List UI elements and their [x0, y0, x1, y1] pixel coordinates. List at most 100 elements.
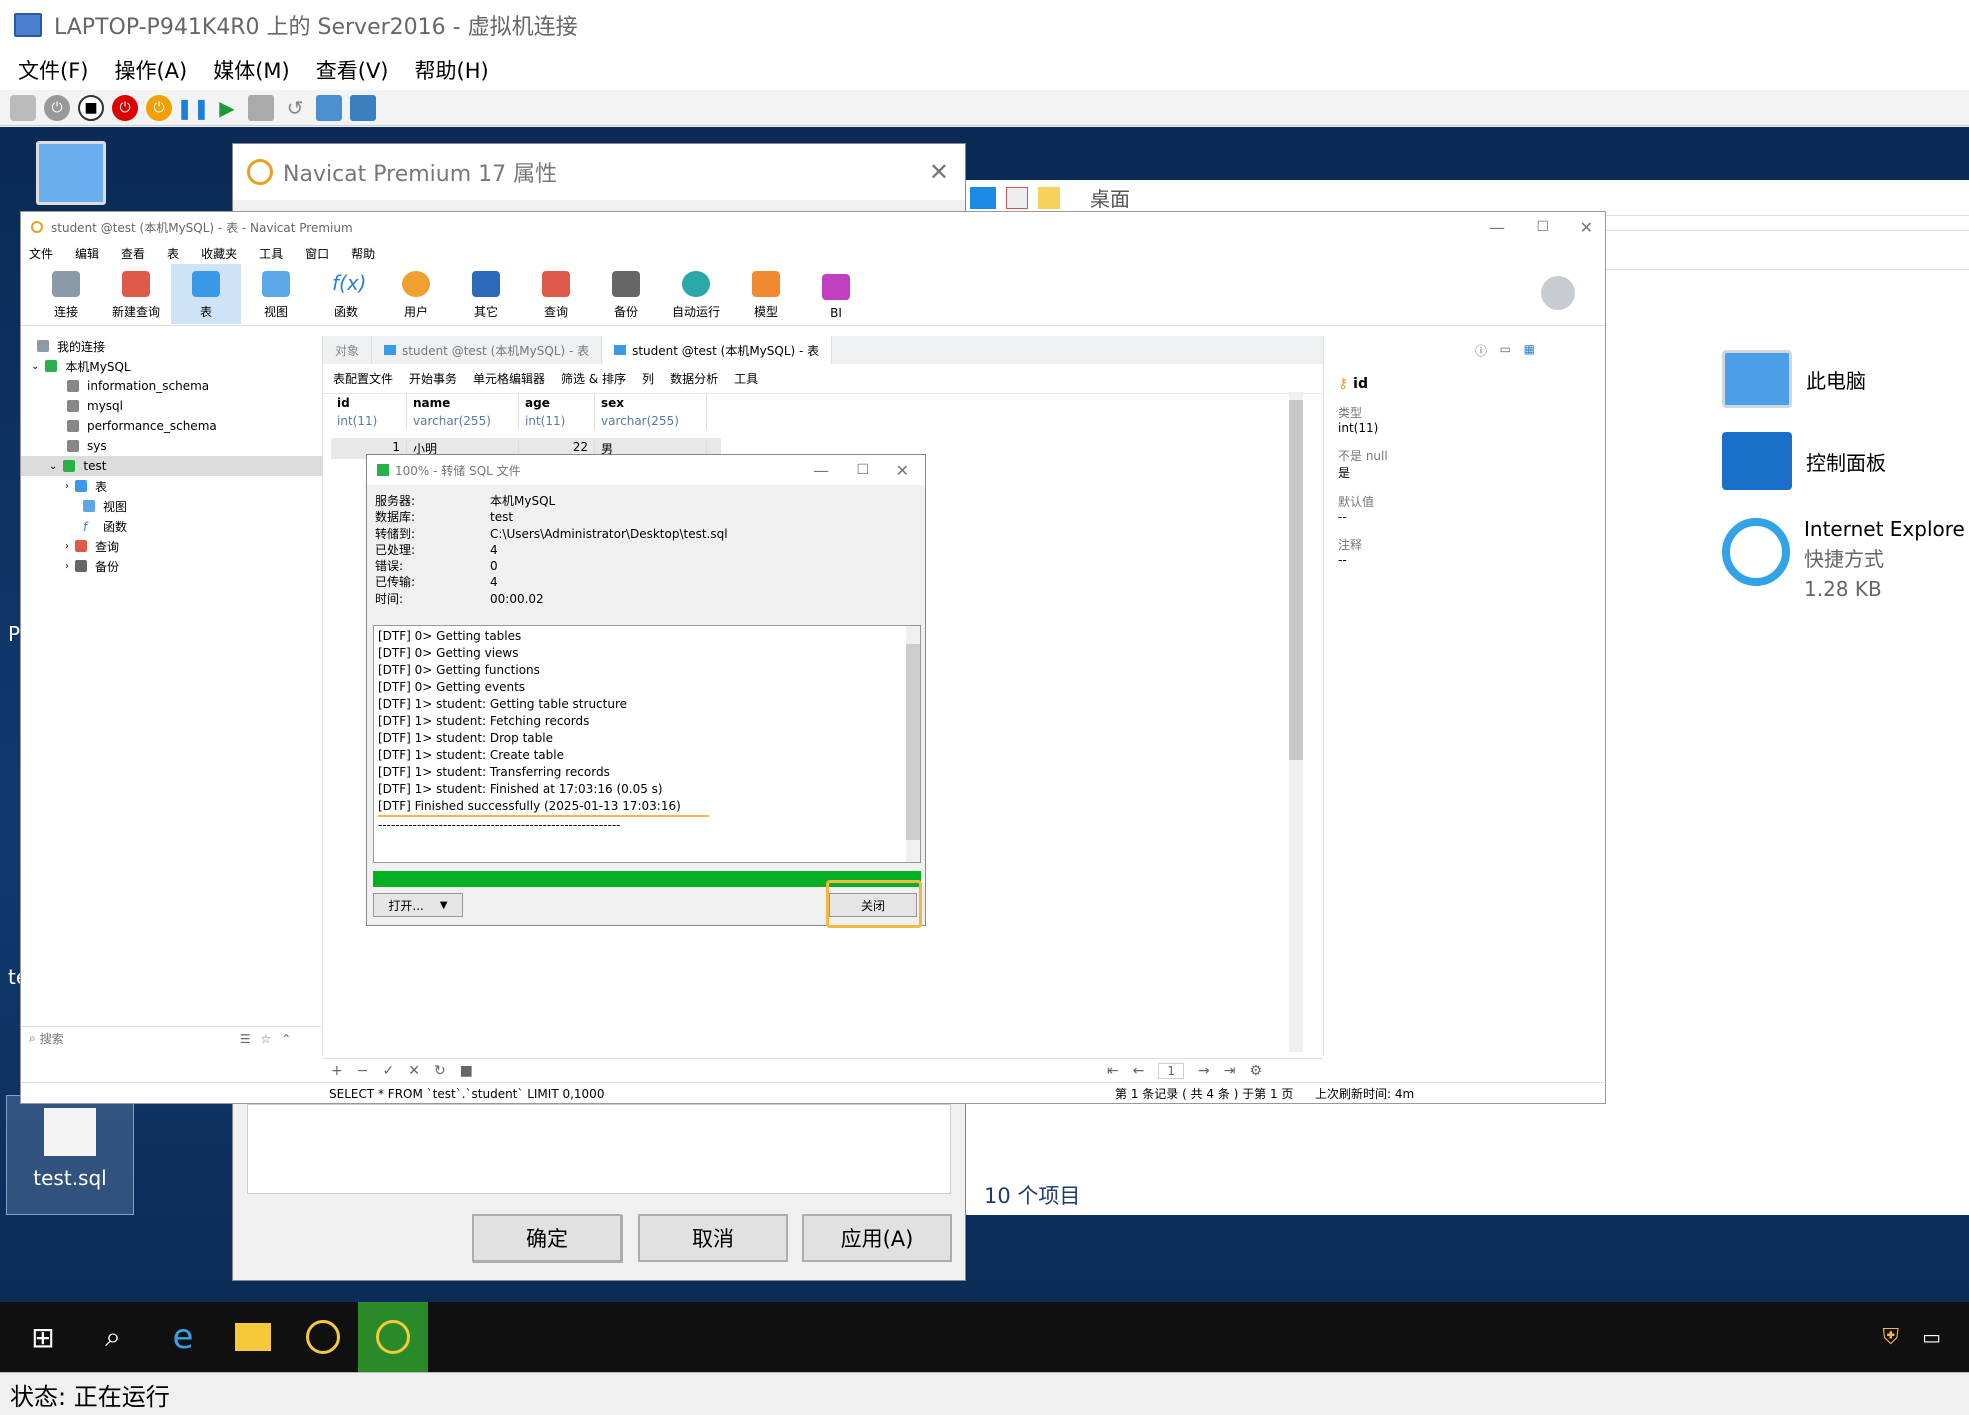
collapse-icon[interactable]: ⌃	[281, 1032, 291, 1046]
menu-edit[interactable]: 编辑	[75, 245, 99, 262]
properties-icon[interactable]	[1006, 186, 1028, 209]
columns-button[interactable]: 列	[642, 370, 654, 387]
close-icon[interactable]: ✕	[929, 158, 949, 186]
maximize-icon[interactable]: ☐	[1536, 219, 1549, 235]
taskbar-ie[interactable]: e	[148, 1302, 218, 1372]
page-input[interactable]: 1	[1158, 1062, 1185, 1079]
ddl-icon[interactable]: ▭	[1500, 342, 1511, 356]
scrollbar-thumb[interactable]	[906, 644, 920, 840]
vm-menu-help[interactable]: 帮助(H)	[415, 55, 489, 85]
computer-icon[interactable]	[36, 141, 106, 205]
data-analysis-button[interactable]: 数据分析	[670, 370, 718, 387]
tree-db-sys[interactable]: sys	[21, 436, 322, 456]
save-state-icon[interactable]: ⏻	[146, 94, 172, 121]
resume-icon[interactable]: ▶	[214, 95, 240, 121]
test-sql-file[interactable]: test.sql	[6, 1095, 134, 1215]
tree-db-mysql[interactable]: mysql	[21, 396, 322, 416]
add-record-icon[interactable]: +	[331, 1063, 343, 1079]
tree-db-test[interactable]: ⌄ test	[21, 456, 322, 476]
col-sex[interactable]: sex	[595, 394, 707, 412]
checkpoint-icon[interactable]	[248, 94, 274, 121]
tool-user[interactable]: 用户	[381, 264, 451, 324]
tree-views[interactable]: 视图	[21, 496, 322, 516]
menu-table[interactable]: 表	[167, 245, 179, 262]
dump-log[interactable]: [DTF] 0> Getting tables [DTF] 0> Getting…	[373, 625, 921, 863]
taskbar-explorer[interactable]	[218, 1302, 288, 1372]
begin-transaction-button[interactable]: 开始事务	[409, 370, 457, 387]
tool-others[interactable]: 其它	[451, 264, 521, 324]
ctrl-alt-del-icon[interactable]	[10, 94, 36, 121]
open-button[interactable]: 打开... ▼	[373, 893, 463, 917]
tab-student-1[interactable]: student @test (本机MySQL) - 表	[372, 336, 603, 364]
tool-query[interactable]: 查询	[521, 264, 591, 324]
start-button[interactable]: ⊞	[8, 1302, 78, 1372]
network-icon[interactable]: ▭	[1922, 1325, 1941, 1349]
tree-db-performance-schema[interactable]: performance_schema	[21, 416, 322, 436]
menu-file[interactable]: 文件	[29, 245, 53, 262]
minimize-icon[interactable]: —	[1489, 218, 1505, 237]
new-folder-icon[interactable]	[1038, 186, 1060, 209]
menu-tools[interactable]: 工具	[259, 245, 283, 262]
taskbar-navicat-1[interactable]	[288, 1302, 358, 1372]
tool-automation[interactable]: 自动运行	[661, 264, 731, 324]
grid-scrollbar[interactable]	[1289, 392, 1303, 1052]
tool-model[interactable]: 模型	[731, 264, 801, 324]
info-icon[interactable]: ⓘ	[1475, 342, 1487, 359]
filter-icon[interactable]: ☰	[240, 1032, 251, 1046]
apply-icon[interactable]: ✓	[382, 1063, 394, 1079]
cancel-button[interactable]: 取消	[638, 1214, 788, 1262]
tree-queries[interactable]: › 查询	[21, 536, 322, 556]
start-icon[interactable]: ⏻	[44, 94, 70, 121]
star-icon[interactable]: ☆	[261, 1032, 272, 1046]
shield-icon[interactable]: ⛨	[1882, 1325, 1899, 1350]
cell-editor-button[interactable]: 单元格编辑器	[473, 370, 545, 387]
log-scrollbar[interactable]	[906, 626, 920, 862]
shutdown-icon[interactable]: ⏻	[112, 94, 138, 121]
col-id[interactable]: id	[331, 394, 407, 412]
tree-tables[interactable]: › 表	[21, 476, 322, 496]
tool-view[interactable]: 视图	[241, 264, 311, 324]
menu-help[interactable]: 帮助	[351, 245, 375, 262]
settings-icon[interactable]: ⚙	[1249, 1063, 1262, 1079]
tree-functions[interactable]: f 函数	[21, 516, 322, 536]
grid-view-icon[interactable]: ▦	[1524, 342, 1535, 356]
apply-button[interactable]: 应用(A)	[802, 1214, 952, 1262]
dropdown-arrow-icon[interactable]: ▼	[440, 900, 448, 911]
prev-page-icon[interactable]: ←	[1133, 1063, 1145, 1079]
vm-menu-view[interactable]: 查看(V)	[316, 55, 389, 85]
tree-backups[interactable]: › 备份	[21, 556, 322, 576]
stop-icon[interactable]: ■	[460, 1063, 473, 1079]
vm-menu-action[interactable]: 操作(A)	[114, 55, 187, 85]
tool-table[interactable]: 表	[171, 264, 241, 324]
refresh-icon[interactable]: ↻	[434, 1063, 446, 1079]
filter-sort-button[interactable]: 筛选 & 排序	[561, 370, 626, 387]
pause-icon[interactable]: ❚❚	[176, 95, 210, 121]
enhanced-session-icon[interactable]	[316, 94, 342, 121]
turn-off-icon[interactable]: ■	[78, 94, 104, 121]
col-name[interactable]: name	[407, 394, 519, 412]
ok-button-visible[interactable]: 确定	[472, 1214, 622, 1262]
tab-objects[interactable]: 对象	[323, 336, 373, 364]
item-this-pc[interactable]: 此电脑	[1722, 350, 1969, 408]
first-page-icon[interactable]: ⇤	[1107, 1063, 1119, 1079]
item-control-panel[interactable]: 控制面板	[1722, 432, 1969, 490]
search-input[interactable]	[39, 1031, 220, 1046]
tool-bi[interactable]: BI	[801, 264, 871, 324]
taskbar-navicat-2[interactable]	[358, 1302, 428, 1372]
tool-backup[interactable]: 备份	[591, 264, 661, 324]
item-internet-explorer[interactable]: Internet Explore 快捷方式 1.28 KB	[1722, 514, 1969, 604]
close-icon[interactable]: ✕	[896, 461, 909, 480]
close-icon[interactable]: ✕	[1580, 218, 1593, 237]
tree-my-connections[interactable]: 我的连接	[21, 336, 322, 356]
col-age[interactable]: age	[519, 394, 595, 412]
menu-favorites[interactable]: 收藏夹	[201, 245, 237, 262]
discard-icon[interactable]: ✕	[408, 1063, 420, 1079]
vm-menu-media[interactable]: 媒体(M)	[213, 55, 290, 85]
tree-conn-mysql[interactable]: ⌄ 本机MySQL	[21, 356, 322, 376]
menu-view[interactable]: 查看	[121, 245, 145, 262]
scrollbar-thumb[interactable]	[1289, 400, 1303, 760]
tools-button[interactable]: 工具	[734, 370, 758, 387]
search-button[interactable]: ⌕	[78, 1302, 148, 1372]
next-page-icon[interactable]: →	[1198, 1063, 1210, 1079]
maximize-icon[interactable]: ☐	[856, 462, 869, 478]
